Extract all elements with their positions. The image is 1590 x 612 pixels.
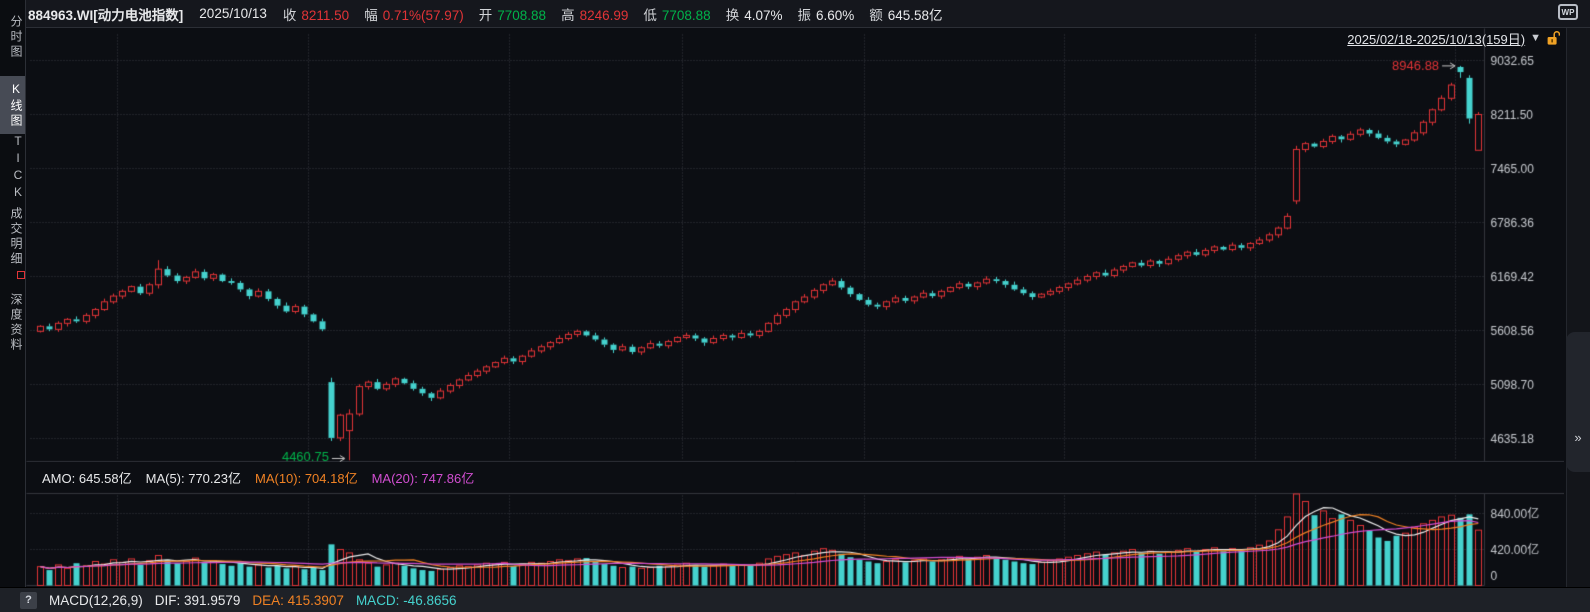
date-range-selector[interactable]: 2025/02/18-2025/10/13(159日) ▼	[1347, 29, 1560, 47]
field-open: 开7708.88	[479, 4, 546, 24]
kline-chart-canvas[interactable]	[26, 28, 1564, 462]
ma10-value: MA(10): 704.18亿	[255, 468, 358, 487]
macd-formula: MACD(12,26,9)	[49, 593, 143, 608]
help-button[interactable]: ?	[20, 592, 37, 609]
field-change: 幅0.71%(57.97)	[364, 4, 464, 24]
field-close: 收8211.50	[283, 4, 349, 24]
trade-date: 2025/10/13	[199, 6, 267, 21]
sidebar-item-transactions[interactable]: 成交明细	[0, 205, 25, 269]
kline-app-window: 884963.WI[动力电池指数] 2025/10/13 收8211.50 幅0…	[0, 0, 1590, 612]
ma5-value: MA(5): 770.23亿	[146, 468, 241, 487]
amo-value: AMO: 645.58亿	[42, 468, 132, 487]
dropdown-caret-icon[interactable]: ▼	[1530, 32, 1541, 44]
macd-status-bar: ? MACD(12,26,9) DIF: 391.9579 DEA: 415.3…	[0, 587, 1590, 612]
field-high: 高8246.99	[561, 4, 628, 24]
date-range-text[interactable]: 2025/02/18-2025/10/13(159日)	[1347, 29, 1525, 48]
wp-icon[interactable]: WP	[1558, 4, 1578, 20]
unlock-icon[interactable]	[1546, 30, 1560, 46]
dif-value: DIF: 391.9579	[155, 593, 241, 608]
macd-value: MACD: -46.8656	[356, 593, 457, 608]
sidebar-item-kline[interactable]: K线图	[0, 76, 25, 134]
sidebar-item-tick[interactable]: TICK	[0, 138, 25, 198]
expand-panel-button[interactable]: »	[1566, 430, 1590, 445]
volume-legend-row: AMO: 645.58亿 MA(5): 770.23亿 MA(10): 704.…	[26, 463, 1564, 491]
collapsed-panel-tab: »	[1566, 332, 1590, 472]
header-bar: 884963.WI[动力电池指数] 2025/10/13 收8211.50 幅0…	[26, 0, 1590, 28]
sidebar: 分时图 K线图 TICK 成交明细 深度资料	[0, 0, 26, 612]
ma20-value: MA(20): 747.86亿	[372, 468, 475, 487]
field-amplitude: 振6.60%	[797, 4, 854, 24]
sidebar-marker-icon[interactable]	[17, 271, 25, 279]
right-edge-strip: »	[1566, 28, 1590, 587]
sidebar-item-intraday[interactable]: 分时图	[0, 6, 25, 68]
instrument-code: 884963.WI[动力电池指数]	[28, 4, 183, 24]
sidebar-item-depth-info[interactable]: 深度资料	[0, 290, 25, 356]
field-amount: 额645.58亿	[869, 4, 942, 24]
dea-value: DEA: 415.3907	[252, 593, 344, 608]
field-low: 低7708.88	[643, 4, 710, 24]
field-turnover: 换4.07%	[726, 4, 783, 24]
